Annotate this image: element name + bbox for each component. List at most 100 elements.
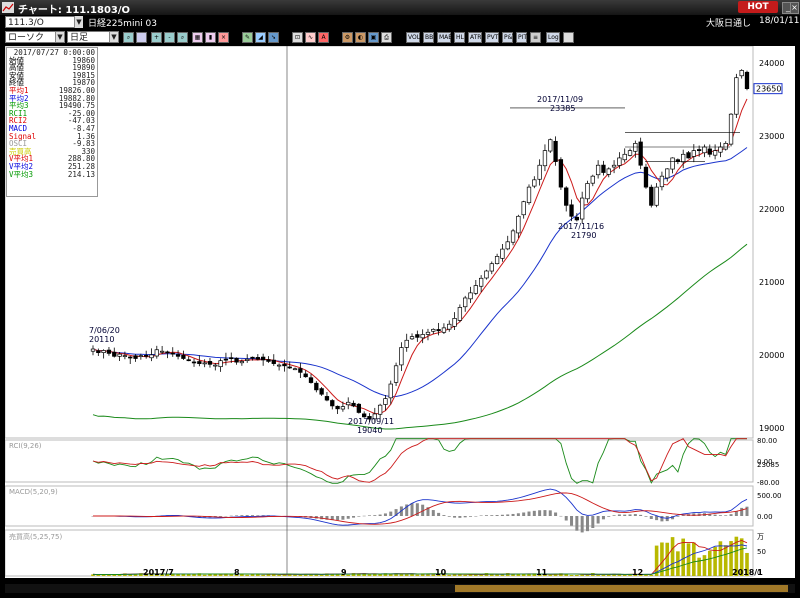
- list-icon[interactable]: ≡: [530, 32, 541, 43]
- period-value: 日足: [70, 33, 89, 43]
- volume-bar: [202, 574, 207, 576]
- macd-histogram-bar: [357, 516, 361, 517]
- candle-body: [319, 388, 324, 395]
- candle-body: [218, 360, 223, 368]
- candle-body: [590, 175, 595, 184]
- macd-histogram-bar: [527, 511, 531, 516]
- indicator-icon[interactable]: ∿: [305, 32, 316, 43]
- annotation-value: 19040: [357, 426, 382, 435]
- annotation-date: 7/06/20: [89, 326, 120, 335]
- x-month-label: 12: [632, 568, 643, 577]
- candle-body: [245, 358, 250, 361]
- volume-bar: [373, 574, 377, 576]
- volume-bar: [686, 543, 691, 576]
- color-icon[interactable]: ◐: [355, 32, 366, 43]
- volume-bar: [702, 555, 707, 576]
- chevron-down-icon[interactable]: ▼: [74, 16, 83, 28]
- save-icon[interactable]: ▣: [368, 32, 379, 43]
- macd-histogram-bar: [463, 516, 467, 518]
- volume-label: 売買高(5,25,75): [9, 532, 62, 541]
- zoom-icon[interactable]: ⌕: [123, 32, 134, 43]
- window-icon[interactable]: [136, 32, 147, 43]
- symbol-input[interactable]: 111.3/O: [5, 16, 81, 28]
- close-chart-icon[interactable]: ×: [218, 32, 229, 43]
- vol-button[interactable]: VOL: [406, 32, 420, 43]
- settings-icon[interactable]: ⚙: [342, 32, 353, 43]
- search-icon[interactable]: ⌕: [177, 32, 188, 43]
- zoom-in-icon[interactable]: +: [151, 32, 162, 43]
- pvt-button[interactable]: PVT: [485, 32, 499, 43]
- macd-panel-border: [5, 485, 754, 527]
- hot-button[interactable]: HOT: [738, 1, 778, 13]
- zoom-out-icon[interactable]: -: [164, 32, 175, 43]
- print-icon[interactable]: ⎙: [381, 32, 392, 43]
- candle-body: [643, 166, 649, 188]
- macd-histogram-bar: [601, 516, 605, 520]
- candle-body: [617, 157, 622, 166]
- atr-button[interactable]: ATR: [468, 32, 482, 43]
- chart-area[interactable]: 24000 23000 22000 21000 20000 19000 7/06/20 201…: [5, 46, 795, 578]
- candle-body: [649, 186, 654, 206]
- info-row: V平均3 214.13: [9, 169, 95, 179]
- hl-button[interactable]: HL: [454, 32, 465, 43]
- candle-body: [718, 146, 723, 153]
- rci-tick-label: 80.00: [757, 437, 777, 445]
- main-panel-border: [5, 46, 754, 439]
- candle-body: [138, 355, 144, 357]
- scrollbar-thumb[interactable]: [455, 585, 788, 592]
- volume-ma-mid: [92, 544, 748, 576]
- chart-type-select[interactable]: ローソク ▼: [5, 31, 65, 43]
- candle-icon[interactable]: ▮: [205, 32, 216, 43]
- pt-button[interactable]: P&T: [502, 32, 516, 43]
- y-tick-label: 21000: [759, 278, 784, 287]
- chart-type-value: ローソク: [8, 33, 45, 43]
- symbol-bar: 111.3/O ▼ 日経225mini 03 大阪日通し 18/01/11: [0, 15, 800, 30]
- candle-body: [223, 358, 229, 361]
- candle-body: [468, 292, 473, 300]
- eraser-icon[interactable]: ◢: [255, 32, 266, 43]
- candle-body: [191, 361, 197, 364]
- candle-body: [356, 403, 362, 413]
- macd-histogram-bar: [522, 512, 526, 516]
- candle-body: [117, 353, 122, 357]
- macd-histogram-bar: [506, 514, 510, 516]
- chart-toolbar: ローソク ▼ 日足 ▼ ⌕ + - ⌕ ▦ ▮ × ✎ ◢ ➘ ⊡ ∿ A ⚙ ◐ …: [0, 30, 800, 46]
- bb-button[interactable]: BB: [423, 32, 434, 43]
- volume-bar: [404, 574, 409, 576]
- grid-icon[interactable]: ▦: [192, 32, 203, 43]
- window-icon-2[interactable]: [563, 32, 574, 43]
- log-button[interactable]: Log: [546, 32, 560, 43]
- macd-histogram-bar: [229, 515, 233, 517]
- candle-body: [505, 241, 510, 250]
- candle-body: [128, 356, 133, 359]
- pen-icon[interactable]: ✎: [242, 32, 253, 43]
- fit-icon[interactable]: ⊡: [292, 32, 303, 43]
- arrow-icon[interactable]: ➘: [268, 32, 279, 43]
- volume-bar: [723, 545, 728, 576]
- candle-body: [441, 327, 447, 333]
- candle-body: [681, 153, 686, 163]
- macd-histogram-bar: [628, 514, 632, 516]
- volume-bar: [511, 574, 515, 576]
- candle-body: [696, 149, 702, 151]
- close-icon[interactable]: ×: [790, 2, 799, 14]
- candle-body: [553, 140, 558, 162]
- pit-button[interactable]: PIT: [516, 32, 527, 43]
- macd-tick-label: 0.00: [757, 513, 773, 521]
- candle-body: [744, 71, 750, 90]
- candle-body: [276, 364, 282, 367]
- candle-body: [691, 150, 696, 157]
- candle-body: [133, 355, 138, 359]
- info-key: V平均3: [9, 169, 34, 179]
- candle-body: [521, 201, 526, 216]
- all-icon[interactable]: A: [318, 32, 329, 43]
- volume-bar: [718, 541, 723, 576]
- macd-histogram-bar: [442, 515, 446, 516]
- x-month-label: 10: [435, 568, 447, 577]
- macd-histogram-bar: [623, 514, 627, 516]
- period-select[interactable]: 日足 ▼: [67, 31, 119, 43]
- macd-histogram-bar: [745, 506, 749, 516]
- scrollbar[interactable]: [5, 584, 795, 593]
- price-chart[interactable]: 2400023000220002100020000190007/06/20201…: [5, 46, 795, 578]
- mae-button[interactable]: MAE: [437, 32, 452, 43]
